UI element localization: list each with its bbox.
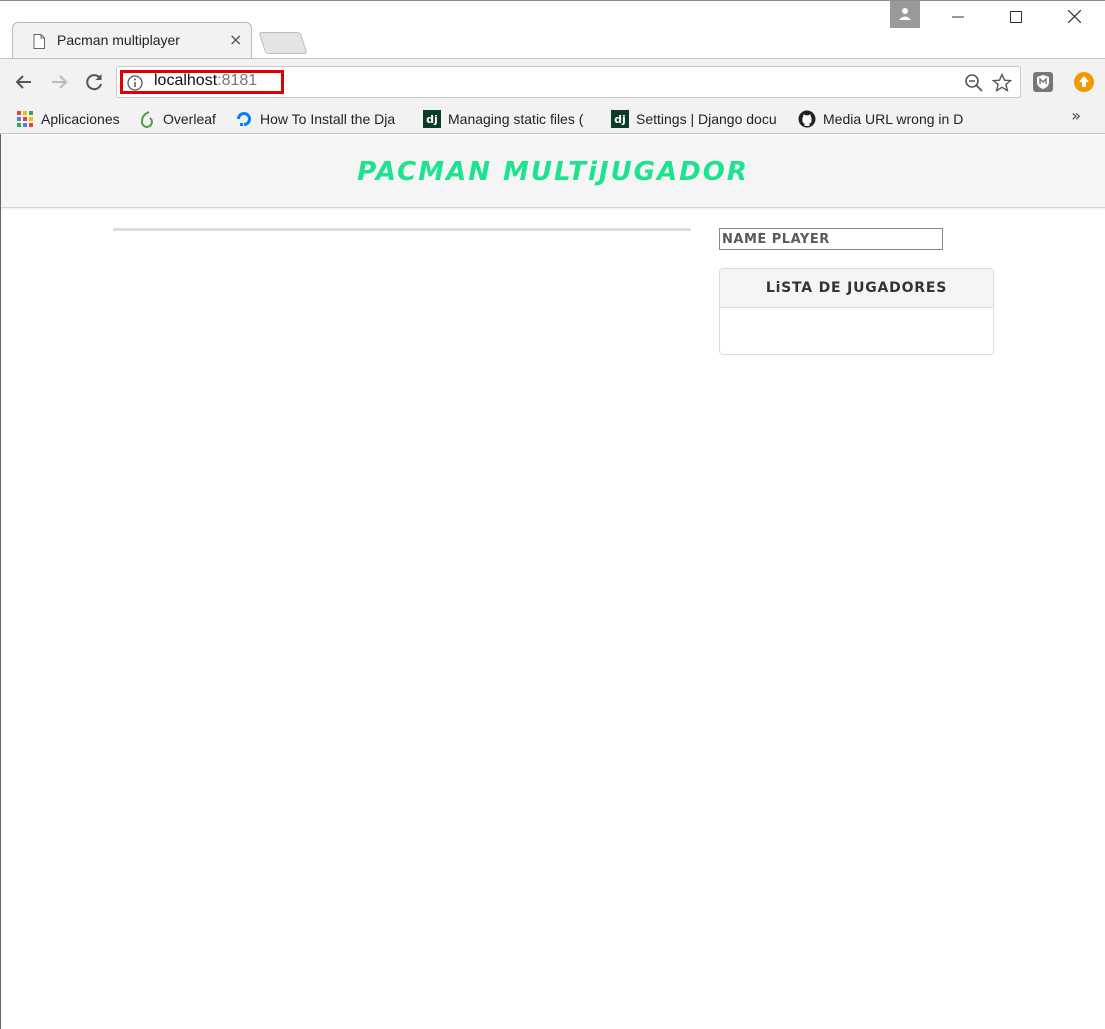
bookmark-github[interactable]: Media URL wrong in D bbox=[798, 107, 968, 131]
address-bar[interactable]: localhost:8181 bbox=[116, 66, 1021, 98]
players-list bbox=[720, 308, 993, 355]
bookmark-label: Overleaf bbox=[163, 111, 216, 127]
bookmark-label: Settings | Django docu bbox=[636, 111, 777, 127]
close-icon bbox=[1067, 9, 1081, 24]
minimize-icon bbox=[952, 16, 964, 18]
shield-extension-icon[interactable] bbox=[1032, 71, 1054, 93]
github-icon bbox=[798, 110, 816, 128]
reload-icon[interactable] bbox=[81, 69, 107, 95]
page-header: PACMAN MULTiJUGADOR bbox=[1, 135, 1105, 208]
zoom-out-icon[interactable] bbox=[964, 73, 984, 93]
bookmark-star-icon[interactable] bbox=[992, 73, 1012, 93]
tab-strip: Pacman multiplayer × bbox=[0, 0, 1105, 59]
close-window-button[interactable] bbox=[1054, 5, 1094, 31]
minimize-button[interactable] bbox=[938, 5, 978, 31]
tab-close-icon[interactable]: × bbox=[229, 31, 242, 49]
django-icon: dj bbox=[423, 110, 441, 128]
update-extension-icon[interactable] bbox=[1073, 71, 1095, 93]
bookmark-django-static[interactable]: dj Managing static files ( bbox=[423, 107, 593, 131]
bookmarks-bar: Aplicaciones Overleaf How To Install the… bbox=[0, 104, 1105, 134]
url-text[interactable]: localhost:8181 bbox=[154, 72, 257, 90]
bookmark-label: Media URL wrong in D bbox=[823, 111, 964, 127]
digitalocean-icon bbox=[237, 112, 251, 126]
page-icon bbox=[33, 34, 45, 49]
bookmark-digitalocean[interactable]: How To Install the Dja bbox=[235, 107, 405, 131]
django-icon: dj bbox=[611, 110, 629, 128]
browser-tab[interactable]: Pacman multiplayer × bbox=[12, 22, 252, 59]
overleaf-icon bbox=[140, 111, 153, 128]
players-panel: LiSTA DE JUGADORES bbox=[719, 268, 994, 355]
url-port: :8181 bbox=[217, 72, 258, 89]
bookmark-label: How To Install the Dja bbox=[260, 111, 396, 127]
bookmark-label: Aplicaciones bbox=[41, 111, 120, 127]
players-panel-title: LiSTA DE JUGADORES bbox=[720, 269, 993, 308]
tab-title: Pacman multiplayer bbox=[57, 32, 180, 48]
info-icon[interactable] bbox=[127, 75, 143, 91]
game-canvas-area bbox=[113, 228, 691, 231]
bookmark-apps[interactable]: Aplicaciones bbox=[16, 107, 120, 131]
page-title: PACMAN MULTiJUGADOR bbox=[357, 157, 749, 187]
bookmark-django-settings[interactable]: dj Settings | Django docu bbox=[611, 107, 781, 131]
person-icon bbox=[899, 8, 911, 20]
forward-arrow-icon[interactable] bbox=[46, 69, 72, 95]
maximize-icon bbox=[1010, 11, 1022, 23]
apps-grid-icon bbox=[17, 111, 33, 127]
player-name-input[interactable] bbox=[719, 228, 943, 250]
profile-button[interactable] bbox=[890, 1, 920, 28]
back-arrow-icon[interactable] bbox=[11, 69, 37, 95]
url-host: localhost bbox=[154, 72, 218, 89]
bookmark-overleaf[interactable]: Overleaf bbox=[138, 107, 216, 131]
browser-toolbar: localhost:8181 bbox=[0, 58, 1105, 104]
bookmark-label: Managing static files ( bbox=[448, 111, 584, 127]
bookmarks-overflow-button[interactable]: » bbox=[1071, 106, 1081, 125]
maximize-button[interactable] bbox=[996, 5, 1036, 31]
new-tab-button[interactable] bbox=[258, 32, 308, 54]
